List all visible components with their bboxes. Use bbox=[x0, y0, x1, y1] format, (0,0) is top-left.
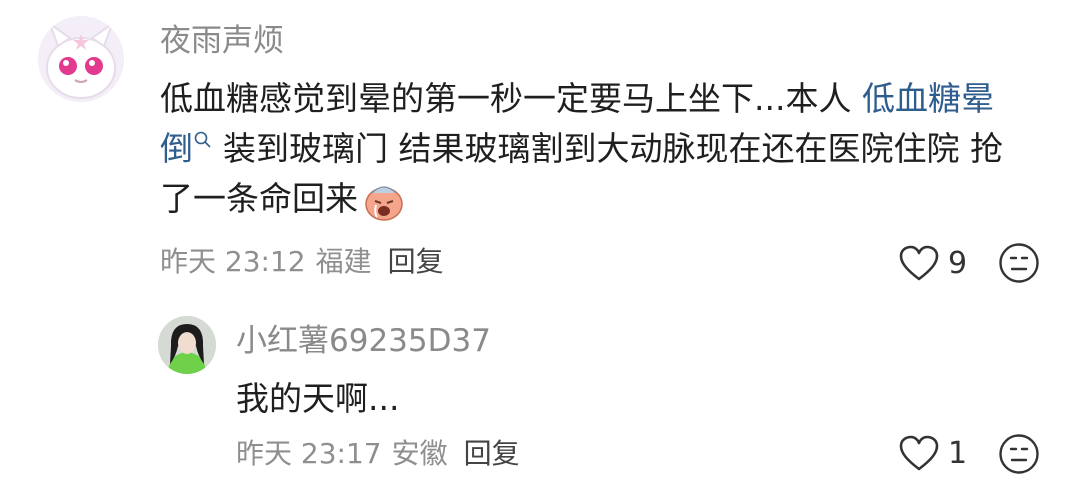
reply-like-button[interactable]: 1 bbox=[898, 434, 967, 472]
like-count: 9 bbox=[948, 245, 968, 281]
reply-text: 我的天啊... bbox=[236, 379, 400, 418]
dislike-icon[interactable] bbox=[998, 242, 1040, 284]
comment-time: 昨天 23:12 bbox=[160, 245, 306, 278]
comment-location: 福建 bbox=[315, 245, 372, 278]
dislike-icon[interactable] bbox=[998, 433, 1040, 475]
reply-reply-button[interactable]: 回复 bbox=[464, 437, 520, 470]
reply-username[interactable]: 小红薯69235D37 bbox=[236, 322, 491, 360]
crying-face-emoji bbox=[365, 185, 403, 221]
search-icon bbox=[194, 131, 211, 148]
reply-meta: 昨天 23:17 安徽 回复 bbox=[236, 436, 530, 472]
comment-username[interactable]: 夜雨声烦 bbox=[160, 22, 284, 60]
comment-text-before: 低血糖感觉到晕的第一秒一定要马上坐下...本人 bbox=[160, 79, 862, 118]
reply-location: 安徽 bbox=[391, 437, 448, 470]
heart-icon bbox=[899, 245, 939, 281]
comment-text-after: 装到玻璃门 结果玻璃割到大动脉现在还在医院住院 抢了一条命回来 bbox=[160, 129, 1003, 218]
like-button[interactable]: 9 bbox=[898, 244, 967, 282]
reply-avatar[interactable] bbox=[158, 316, 216, 374]
heart-icon bbox=[899, 435, 939, 471]
avatar[interactable] bbox=[38, 16, 124, 102]
reply-like-count: 1 bbox=[948, 435, 968, 471]
comment-text: 低血糖感觉到晕的第一秒一定要马上坐下...本人 低血糖晕倒 装到玻璃门 结果玻璃割… bbox=[160, 74, 1010, 224]
comment-meta: 昨天 23:12 福建 回复 bbox=[160, 244, 454, 280]
reply-button[interactable]: 回复 bbox=[388, 245, 444, 278]
reply-time: 昨天 23:17 bbox=[236, 437, 382, 470]
